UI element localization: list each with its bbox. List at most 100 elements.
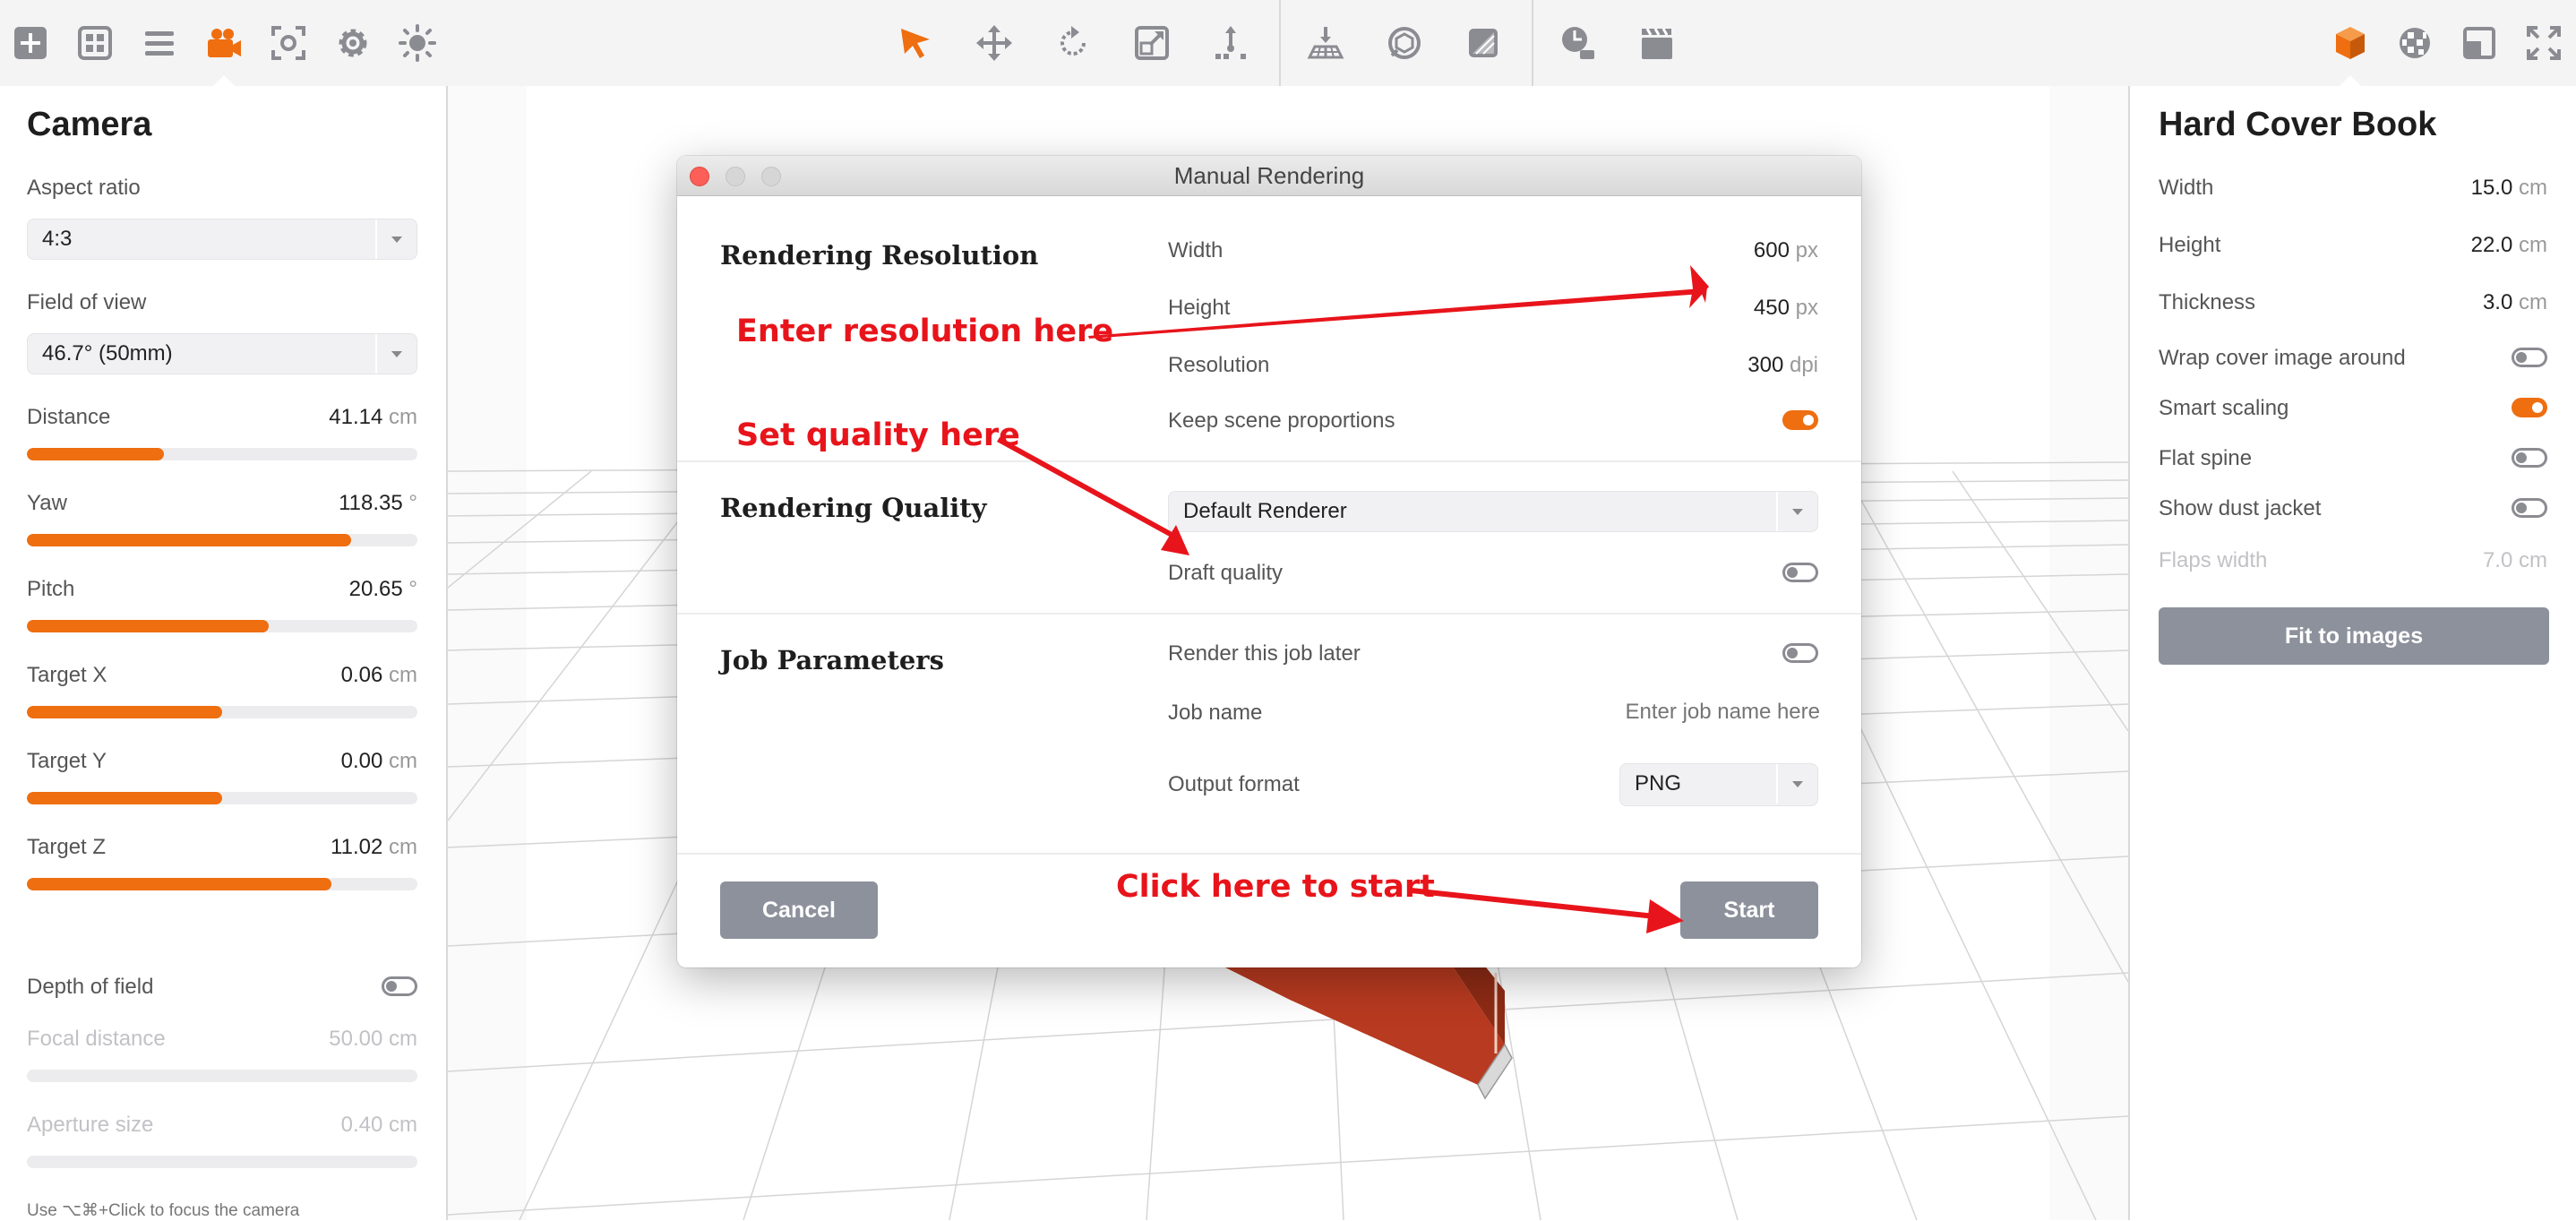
slider-track[interactable] bbox=[27, 878, 417, 890]
book-width-value[interactable]: 15.0 cm bbox=[2345, 176, 2547, 201]
keep-proportions-toggle[interactable] bbox=[1782, 410, 1818, 430]
panel-title: Camera bbox=[27, 106, 152, 143]
flaps-width-value: 7.0 cm bbox=[2345, 548, 2547, 573]
light-icon[interactable] bbox=[392, 18, 442, 68]
book-thickness-value[interactable]: 3.0 cm bbox=[2345, 290, 2547, 315]
chevron-down-icon bbox=[375, 219, 416, 259]
book-height-value[interactable]: 22.0 cm bbox=[2345, 233, 2547, 258]
slider-track[interactable] bbox=[27, 792, 417, 804]
slider-fill bbox=[27, 620, 270, 632]
dof-toggle[interactable] bbox=[382, 976, 417, 996]
output-format-select[interactable]: PNG bbox=[1619, 763, 1818, 806]
fov-label: Field of view bbox=[27, 290, 147, 314]
focus-icon[interactable] bbox=[263, 18, 313, 68]
move-icon[interactable] bbox=[969, 18, 1019, 68]
slider-fill bbox=[27, 706, 222, 718]
slider-value[interactable]: 118.35 ° bbox=[233, 491, 417, 516]
render-resolution-label: Resolution bbox=[1168, 353, 1270, 377]
resolution-section-title: Rendering Resolution bbox=[720, 240, 1039, 271]
flat-spine-toggle[interactable] bbox=[2512, 448, 2547, 468]
rotate-icon[interactable] bbox=[1048, 18, 1098, 68]
aspect-ratio-label: Aspect ratio bbox=[27, 176, 141, 200]
grid-icon[interactable] bbox=[70, 18, 120, 68]
slider-track[interactable] bbox=[27, 534, 417, 546]
select-arrow-icon[interactable] bbox=[890, 18, 940, 68]
render-width-unit: px bbox=[1795, 238, 1818, 262]
chevron-down-icon bbox=[1776, 764, 1817, 804]
object-cube-icon[interactable] bbox=[2325, 18, 2375, 68]
draft-quality-toggle[interactable] bbox=[1782, 563, 1818, 582]
slider-label: Target Y bbox=[27, 749, 107, 773]
fov-value: 46.7° (50mm) bbox=[42, 341, 173, 365]
slider-unit: ° bbox=[408, 577, 417, 601]
texture-ball-icon[interactable] bbox=[2390, 18, 2440, 68]
clapper-icon[interactable] bbox=[1632, 18, 1682, 68]
cancel-button[interactable]: Cancel bbox=[720, 881, 878, 939]
render-width-input[interactable]: 600 px bbox=[1573, 238, 1818, 263]
focal-unit: cm bbox=[389, 1027, 417, 1051]
book-height-number: 22.0 bbox=[2470, 233, 2513, 257]
layout-icon[interactable] bbox=[2454, 18, 2504, 68]
wrap-cover-toggle[interactable] bbox=[2512, 348, 2547, 367]
job-section-title: Job Parameters bbox=[720, 645, 944, 675]
material-icon[interactable] bbox=[1458, 18, 1508, 68]
annotation-quality: Set quality here bbox=[736, 417, 1020, 453]
camera-panel: Camera Aspect ratio 4:3 Field of view 46… bbox=[0, 86, 448, 1220]
slider-value[interactable]: 41.14 cm bbox=[233, 405, 417, 430]
slider-value[interactable]: 11.02 cm bbox=[233, 835, 417, 860]
transform-icon[interactable] bbox=[1206, 18, 1256, 68]
panel-title: Hard Cover Book bbox=[2159, 106, 2437, 143]
render-queue-icon[interactable] bbox=[1553, 18, 1603, 68]
slider-track[interactable] bbox=[27, 706, 417, 718]
aperture-slider[interactable] bbox=[27, 1156, 417, 1168]
draft-quality-label: Draft quality bbox=[1168, 561, 1284, 585]
slider-unit: cm bbox=[389, 835, 417, 859]
aspect-ratio-select[interactable]: 4:3 bbox=[27, 219, 417, 260]
slider-label: Distance bbox=[27, 405, 111, 429]
book-height-label: Height bbox=[2159, 233, 2221, 257]
fit-to-images-button[interactable]: Fit to images bbox=[2159, 607, 2549, 665]
scale-icon[interactable] bbox=[1127, 18, 1177, 68]
book-width-number: 15.0 bbox=[2470, 176, 2513, 200]
slider-value[interactable]: 20.65 ° bbox=[233, 577, 417, 602]
render-height-input[interactable]: 450 px bbox=[1573, 296, 1818, 321]
book-thickness-unit: cm bbox=[2519, 290, 2547, 314]
focal-distance-slider[interactable] bbox=[27, 1070, 417, 1082]
book-width-label: Width bbox=[2159, 176, 2214, 200]
render-later-toggle[interactable] bbox=[1782, 643, 1818, 663]
aperture-number: 0.40 bbox=[340, 1113, 383, 1137]
active-tab-caret bbox=[2340, 75, 2361, 86]
camera-icon[interactable] bbox=[199, 18, 249, 68]
slider-value[interactable]: 0.00 cm bbox=[233, 749, 417, 774]
slider-value[interactable]: 0.06 cm bbox=[233, 663, 417, 688]
slider-fill bbox=[27, 534, 351, 546]
ground-icon[interactable] bbox=[1301, 18, 1351, 68]
fullscreen-icon[interactable] bbox=[2519, 18, 2569, 68]
chevron-down-icon bbox=[375, 334, 416, 374]
manual-rendering-dialog: Manual Rendering Rendering Resolution Wi… bbox=[677, 156, 1861, 967]
slider-label: Target X bbox=[27, 663, 107, 687]
slider-track[interactable] bbox=[27, 620, 417, 632]
focal-number: 50.00 bbox=[329, 1027, 383, 1051]
add-icon[interactable] bbox=[5, 18, 56, 68]
section-divider bbox=[677, 853, 1861, 855]
slider-unit: cm bbox=[389, 405, 417, 429]
list-icon[interactable] bbox=[134, 18, 185, 68]
render-height-number: 450 bbox=[1753, 296, 1790, 320]
start-button[interactable]: Start bbox=[1680, 881, 1818, 939]
job-name-input[interactable] bbox=[1537, 693, 1822, 731]
render-height-label: Height bbox=[1168, 296, 1231, 320]
camera-hint: Use ⌥⌘+Click to focus the camera bbox=[27, 1201, 300, 1220]
environment-icon[interactable] bbox=[1379, 18, 1430, 68]
renderer-select[interactable]: Default Renderer bbox=[1168, 491, 1818, 532]
slider-track[interactable] bbox=[27, 448, 417, 460]
fov-select[interactable]: 46.7° (50mm) bbox=[27, 333, 417, 374]
gear-icon[interactable] bbox=[328, 18, 378, 68]
flaps-number: 7.0 bbox=[2482, 548, 2513, 572]
render-resolution-input[interactable]: 300 dpi bbox=[1573, 353, 1818, 378]
aperture-unit: cm bbox=[389, 1113, 417, 1137]
smart-scaling-toggle[interactable] bbox=[2512, 398, 2547, 417]
output-format-label: Output format bbox=[1168, 772, 1300, 796]
dust-jacket-toggle[interactable] bbox=[2512, 498, 2547, 518]
render-height-unit: px bbox=[1795, 296, 1818, 320]
